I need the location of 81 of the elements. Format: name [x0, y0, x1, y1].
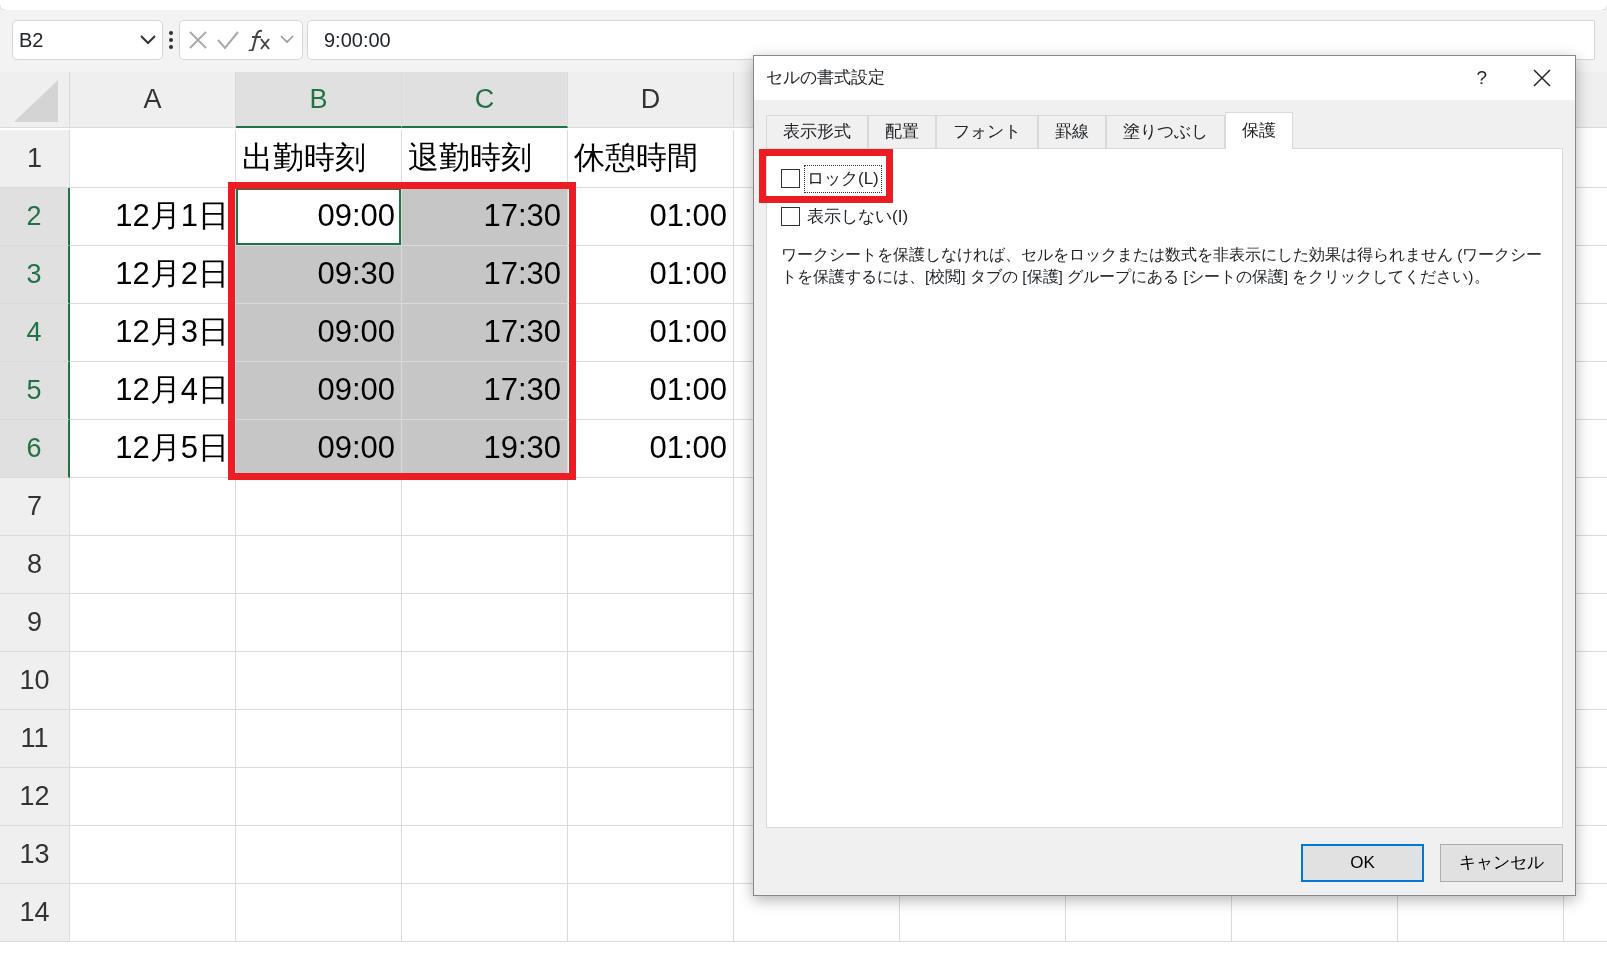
empty-cell[interactable]	[568, 768, 734, 826]
table-cell[interactable]: 出勤時刻	[236, 130, 402, 188]
column-header[interactable]: B	[236, 72, 402, 128]
tab[interactable]: 塗りつぶし	[1106, 115, 1225, 148]
formula-field[interactable]: 9:00:00	[307, 20, 1595, 60]
table-cell[interactable]: 01:00	[568, 362, 734, 420]
table-cell[interactable]: 01:00	[568, 246, 734, 304]
row-header[interactable]: 1	[0, 130, 70, 188]
table-cell[interactable]: 01:00	[568, 420, 734, 478]
checkbox[interactable]	[781, 206, 800, 226]
caret-icon	[140, 35, 156, 45]
selected-cell[interactable]: 09:00	[236, 362, 402, 420]
checkbox-label[interactable]: ロック(L)	[804, 165, 882, 193]
cancel-button[interactable]: キャンセル	[1440, 844, 1563, 882]
row-header[interactable]: 9	[0, 594, 70, 652]
tab[interactable]: 配置	[868, 115, 936, 148]
empty-cell[interactable]	[402, 478, 568, 536]
help-text: ワークシートを保護しなければ、セルをロックまたは数式を非表示にした効果は得られません (ワークシートを保護するには、[校閲] タブの [保護] グループにある [シートの保護] をクリックしてください)。	[781, 245, 1544, 288]
caret-icon[interactable]	[280, 35, 294, 45]
selected-cell[interactable]: 17:30	[402, 246, 568, 304]
selected-cell[interactable]: 09:00	[236, 304, 402, 362]
empty-cell[interactable]	[236, 710, 402, 768]
empty-cell[interactable]	[402, 652, 568, 710]
close-icon[interactable]	[1533, 69, 1551, 87]
tab[interactable]: 保護	[1225, 112, 1293, 149]
column-header[interactable]: A	[70, 72, 236, 128]
row-header[interactable]: 4	[0, 304, 70, 362]
empty-cell[interactable]	[402, 884, 568, 942]
row-header[interactable]: 6	[0, 420, 70, 478]
help-button[interactable]: ?	[1460, 63, 1503, 93]
empty-cell[interactable]	[236, 652, 402, 710]
ok-button[interactable]: OK	[1301, 844, 1424, 882]
row-header[interactable]: 13	[0, 826, 70, 884]
function-icon[interactable]	[248, 29, 272, 51]
tab[interactable]: 表示形式	[766, 115, 868, 148]
row-header[interactable]: 8	[0, 536, 70, 594]
row-header[interactable]: 11	[0, 710, 70, 768]
empty-cell[interactable]	[402, 536, 568, 594]
row-header[interactable]: 2	[0, 188, 70, 246]
row-header[interactable]: 3	[0, 246, 70, 304]
selected-cell[interactable]: 09:00	[236, 188, 402, 246]
empty-cell[interactable]	[236, 826, 402, 884]
selected-cell[interactable]: 09:30	[236, 246, 402, 304]
empty-cell[interactable]	[568, 884, 734, 942]
selected-cell[interactable]: 17:30	[402, 188, 568, 246]
row-header[interactable]: 5	[0, 362, 70, 420]
empty-cell[interactable]	[568, 652, 734, 710]
table-cell[interactable]: 休憩時間	[568, 130, 734, 188]
table-cell[interactable]: 01:00	[568, 304, 734, 362]
row-header[interactable]: 14	[0, 884, 70, 942]
empty-cell[interactable]	[236, 478, 402, 536]
name-box[interactable]: B2	[12, 20, 163, 60]
selected-cell[interactable]: 17:30	[402, 362, 568, 420]
empty-cell[interactable]	[568, 710, 734, 768]
empty-cell[interactable]	[236, 536, 402, 594]
empty-cell[interactable]	[236, 594, 402, 652]
empty-cell[interactable]	[236, 884, 402, 942]
checkbox-label[interactable]: 表示しない(I)	[804, 202, 912, 230]
empty-cell[interactable]	[402, 710, 568, 768]
checkbox[interactable]	[781, 169, 800, 189]
empty-cell[interactable]	[568, 594, 734, 652]
cancel-icon[interactable]	[188, 30, 208, 50]
table-cell[interactable]: 01:00	[568, 188, 734, 246]
row-header[interactable]: 10	[0, 652, 70, 710]
column-header[interactable]: D	[568, 72, 734, 128]
empty-cell[interactable]	[402, 768, 568, 826]
dialog-title: セルの書式設定	[766, 67, 886, 90]
empty-cell[interactable]	[568, 536, 734, 594]
selected-cell[interactable]: 17:30	[402, 304, 568, 362]
empty-cell[interactable]	[236, 768, 402, 826]
empty-cell[interactable]	[402, 594, 568, 652]
tab[interactable]: フォント	[936, 115, 1038, 148]
table-cell[interactable]: 退勤時刻	[402, 130, 568, 188]
enter-icon[interactable]	[216, 30, 240, 50]
column-header[interactable]: C	[402, 72, 568, 128]
empty-cell[interactable]	[568, 826, 734, 884]
row-header[interactable]: 7	[0, 478, 70, 536]
row-header[interactable]: 12	[0, 768, 70, 826]
tab[interactable]: 罫線	[1038, 115, 1106, 148]
empty-cell[interactable]	[402, 826, 568, 884]
empty-cell[interactable]	[568, 478, 734, 536]
